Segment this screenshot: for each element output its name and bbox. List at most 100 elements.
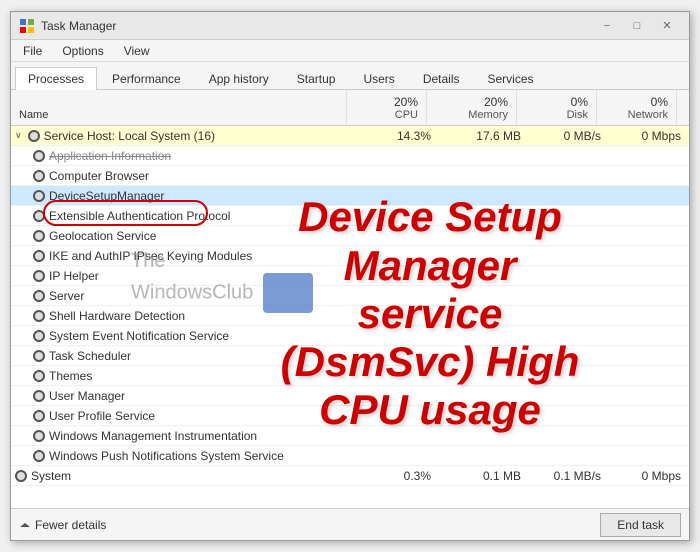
row-cpu-cell	[359, 406, 439, 425]
row-network-cell	[609, 406, 689, 425]
process-name: Service Host: Local System (16)	[44, 129, 215, 143]
scrollbar-space	[677, 90, 689, 125]
row-disk-cell	[529, 306, 609, 325]
table-row[interactable]: IP Helper	[11, 266, 689, 286]
process-name: Geolocation Service	[49, 229, 156, 243]
end-task-button[interactable]: End task	[600, 513, 681, 537]
row-memory-cell	[439, 366, 529, 385]
tab-services[interactable]: Services	[475, 67, 547, 90]
chevron-up-icon	[19, 519, 31, 531]
row-network-cell	[609, 326, 689, 345]
process-icon	[33, 290, 45, 302]
close-button[interactable]: ✕	[653, 16, 681, 36]
table-row[interactable]: Windows Management Instrumentation	[11, 426, 689, 446]
row-network-cell: 0 Mbps	[609, 466, 689, 485]
process-icon	[33, 330, 45, 342]
row-name-cell: Windows Management Instrumentation	[11, 426, 359, 445]
row-name-cell: Geolocation Service	[11, 226, 359, 245]
process-name: Windows Management Instrumentation	[49, 429, 257, 443]
row-memory-cell	[439, 406, 529, 425]
row-name-cell: IKE and AuthIP IPsec Keying Modules	[11, 246, 359, 265]
table-row[interactable]: Computer Browser	[11, 166, 689, 186]
menu-options[interactable]: Options	[54, 42, 111, 60]
tab-users[interactable]: Users	[350, 67, 407, 90]
row-cpu-cell	[359, 326, 439, 345]
row-network-cell	[609, 146, 689, 165]
row-name-cell: DeviceSetupManager	[11, 186, 359, 205]
row-network-cell	[609, 366, 689, 385]
menu-file[interactable]: File	[15, 42, 50, 60]
process-icon	[33, 430, 45, 442]
table-row[interactable]: System0.3%0.1 MB0.1 MB/s0 Mbps	[11, 466, 689, 486]
row-disk-cell	[529, 286, 609, 305]
table-row[interactable]: Extensible Authentication Protocol	[11, 206, 689, 226]
row-name-cell: ∨Service Host: Local System (16)	[11, 126, 359, 145]
tab-performance[interactable]: Performance	[99, 67, 194, 90]
process-name: Windows Push Notifications System Servic…	[49, 449, 284, 463]
row-network-cell	[609, 166, 689, 185]
process-icon	[33, 450, 45, 462]
col-cpu[interactable]: 20% CPU	[347, 90, 427, 125]
row-name-cell: System Event Notification Service	[11, 326, 359, 345]
table-row[interactable]: Shell Hardware Detection	[11, 306, 689, 326]
row-network-cell: 0 Mbps	[609, 126, 689, 145]
main-content: Name 20% CPU 20% Memory 0% Disk 0% Netwo…	[11, 90, 689, 508]
table-row[interactable]: User Profile Service	[11, 406, 689, 426]
table-row[interactable]: Geolocation Service	[11, 226, 689, 246]
table-row[interactable]: Themes	[11, 366, 689, 386]
table-row[interactable]: Application Information	[11, 146, 689, 166]
table-row[interactable]: System Event Notification Service	[11, 326, 689, 346]
table-row[interactable]: IKE and AuthIP IPsec Keying Modules	[11, 246, 689, 266]
row-network-cell	[609, 206, 689, 225]
row-memory-cell	[439, 446, 529, 465]
tab-startup[interactable]: Startup	[284, 67, 349, 90]
maximize-button[interactable]: □	[623, 16, 651, 36]
col-disk[interactable]: 0% Disk	[517, 90, 597, 125]
table-row[interactable]: DeviceSetupManager	[11, 186, 689, 206]
col-name[interactable]: Name	[11, 90, 347, 125]
row-disk-cell	[529, 226, 609, 245]
col-memory[interactable]: 20% Memory	[427, 90, 517, 125]
row-disk-cell	[529, 146, 609, 165]
tab-app-history[interactable]: App history	[196, 67, 282, 90]
minimize-button[interactable]: −	[593, 16, 621, 36]
process-name: Task Scheduler	[49, 349, 131, 363]
table-row[interactable]: User Manager	[11, 386, 689, 406]
row-memory-cell: 0.1 MB	[439, 466, 529, 485]
table-row[interactable]: Windows Push Notifications System Servic…	[11, 446, 689, 466]
menu-bar: File Options View	[11, 40, 689, 62]
row-cpu-cell: 0.3%	[359, 466, 439, 485]
fewer-details-button[interactable]: Fewer details	[19, 518, 106, 532]
row-disk-cell	[529, 366, 609, 385]
row-cpu-cell	[359, 266, 439, 285]
process-name: User Manager	[49, 389, 125, 403]
task-manager-window: Task Manager − □ ✕ File Options View Pro…	[10, 11, 690, 541]
table-row[interactable]: ∨Service Host: Local System (16)14.3%17.…	[11, 126, 689, 146]
row-disk-cell: 0.1 MB/s	[529, 466, 609, 485]
row-memory-cell	[439, 246, 529, 265]
tab-processes[interactable]: Processes	[15, 67, 97, 90]
row-network-cell	[609, 446, 689, 465]
process-name: System Event Notification Service	[49, 329, 229, 343]
row-network-cell	[609, 246, 689, 265]
process-name: Themes	[49, 369, 92, 383]
process-icon	[33, 310, 45, 322]
process-table[interactable]: ∨Service Host: Local System (16)14.3%17.…	[11, 126, 689, 508]
row-cpu-cell	[359, 386, 439, 405]
row-cpu-cell	[359, 286, 439, 305]
row-cpu-cell	[359, 246, 439, 265]
tab-details[interactable]: Details	[410, 67, 473, 90]
row-memory-cell: 17.6 MB	[439, 126, 529, 145]
row-name-cell: Windows Push Notifications System Servic…	[11, 446, 359, 465]
row-name-cell: Extensible Authentication Protocol	[11, 206, 359, 225]
row-cpu-cell	[359, 366, 439, 385]
process-icon	[33, 210, 45, 222]
row-name-cell: Server	[11, 286, 359, 305]
table-row[interactable]: Task Scheduler	[11, 346, 689, 366]
row-memory-cell	[439, 326, 529, 345]
menu-view[interactable]: View	[116, 42, 158, 60]
col-network[interactable]: 0% Network	[597, 90, 677, 125]
row-memory-cell	[439, 226, 529, 245]
process-name: IP Helper	[49, 269, 99, 283]
table-row[interactable]: Server	[11, 286, 689, 306]
